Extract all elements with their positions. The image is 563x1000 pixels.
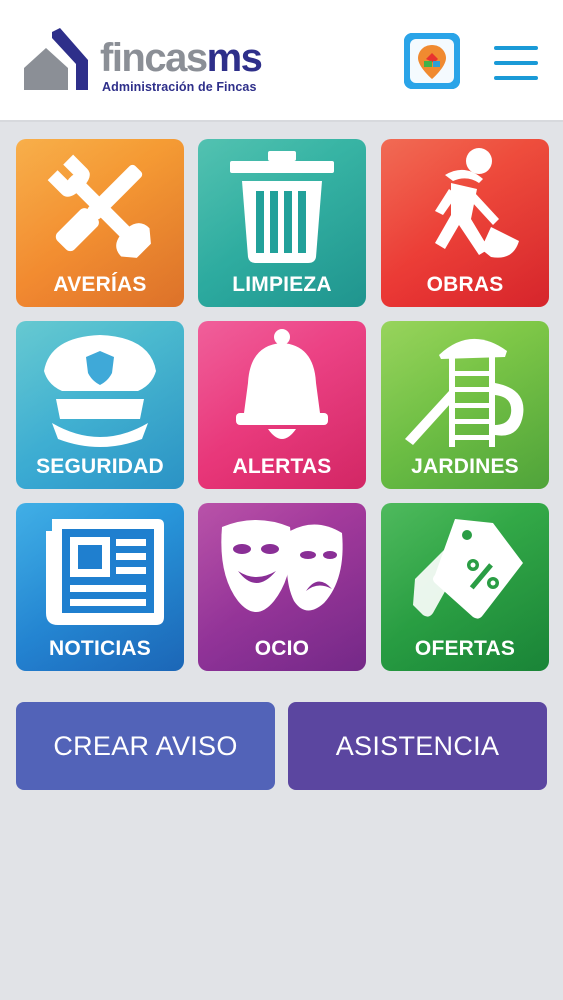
hamburger-menu-icon[interactable] xyxy=(494,46,538,80)
bell-icon xyxy=(236,329,328,439)
brand-tagline: Administración de Fincas xyxy=(102,80,257,94)
tile-limpieza[interactable]: LIMPIEZA xyxy=(198,139,366,307)
map-pin-icon xyxy=(404,33,460,89)
tile-label: OBRAS xyxy=(426,273,504,296)
assistance-button[interactable]: ASISTENCIA xyxy=(288,702,547,790)
tile-label: OFERTAS xyxy=(414,637,516,660)
brand-name-part1: fincas xyxy=(100,36,208,80)
tile-label: ALERTAS xyxy=(232,455,332,478)
trash-icon xyxy=(230,151,334,263)
tile-averias[interactable]: AVERÍAS xyxy=(16,139,184,307)
tile-label: JARDINES xyxy=(411,455,519,478)
tile-alertas[interactable]: ALERTAS xyxy=(198,321,366,489)
newspaper-icon xyxy=(46,519,164,625)
house-logo-icon xyxy=(24,28,88,90)
tile-label: OCIO xyxy=(254,637,310,660)
tile-obras[interactable]: OBRAS xyxy=(381,139,549,307)
tile-label: SEGURIDAD xyxy=(36,455,164,478)
tile-seguridad[interactable]: SEGURIDAD xyxy=(16,321,184,489)
tools-icon xyxy=(47,154,151,258)
app-header: fincasms Administración de Fincas xyxy=(0,0,563,122)
tile-label: LIMPIEZA xyxy=(232,273,332,296)
create-notice-label: CREAR AVISO xyxy=(53,730,238,761)
tile-noticias[interactable]: NOTICIAS xyxy=(16,503,184,671)
playground-icon xyxy=(405,338,524,447)
tile-ocio[interactable]: OCIO xyxy=(198,503,366,671)
tile-jardines[interactable]: JARDINES xyxy=(381,321,549,489)
worker-shovel-icon xyxy=(435,148,519,258)
price-tag-icon xyxy=(413,519,523,619)
tile-label: AVERÍAS xyxy=(53,273,147,296)
assistance-label: ASISTENCIA xyxy=(335,730,500,761)
tile-ofertas[interactable]: OFERTAS xyxy=(381,503,549,671)
police-cap-icon xyxy=(44,335,156,447)
promo-app-icon[interactable] xyxy=(404,33,460,89)
brand-name-part2: ms xyxy=(206,36,263,80)
create-notice-button[interactable]: CREAR AVISO xyxy=(16,702,275,790)
tile-label: NOTICIAS xyxy=(49,637,151,660)
brand-wordmark: fincasms xyxy=(100,36,263,80)
category-grid: AVERÍAS LIMPIEZA OBRAS SEGURIDAD ALERTAS… xyxy=(16,139,549,671)
theater-masks-icon xyxy=(221,520,343,612)
